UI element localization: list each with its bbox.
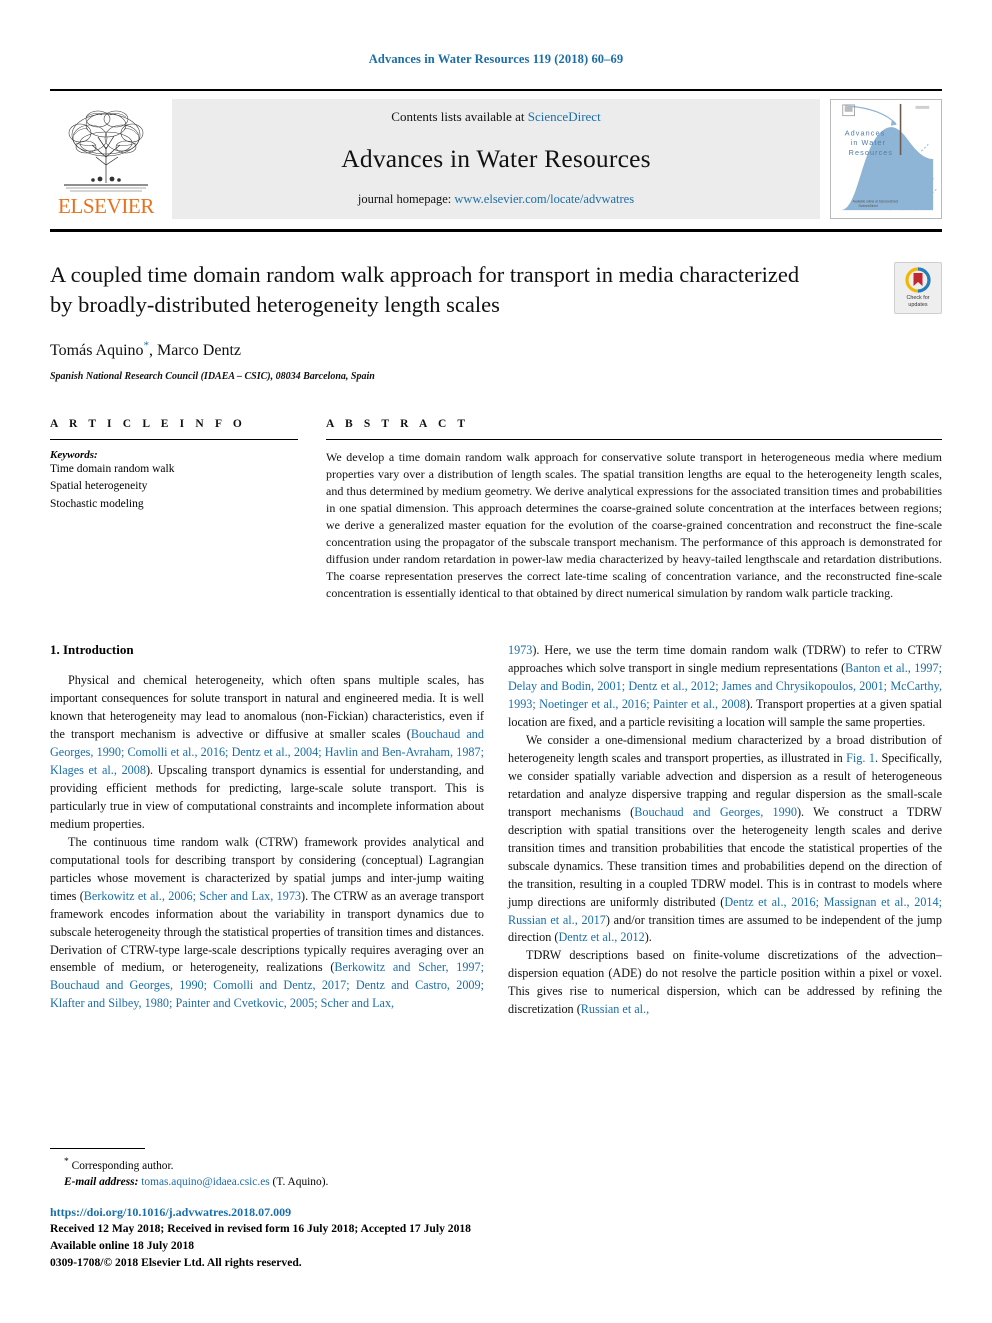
body-column-right: 1973). Here, we use the term time domain… (508, 642, 942, 1019)
received-dates: Received 12 May 2018; Received in revise… (50, 1221, 471, 1235)
doi-link[interactable]: https://doi.org/10.1016/j.advwatres.2018… (50, 1205, 490, 1220)
keyword-item: Spatial heterogeneity (50, 480, 148, 493)
para-text: ). We construct a TDRW description with … (508, 804, 942, 909)
paragraph: 1973). Here, we use the term time domain… (508, 642, 942, 732)
abstract-rule (326, 439, 942, 441)
section-heading-introduction: 1. Introduction (50, 642, 134, 658)
keyword-item: Time domain random walk (50, 463, 175, 476)
keywords-label: Keywords: (50, 449, 98, 462)
svg-text:Advances: Advances (845, 128, 886, 137)
page-footer: * Corresponding author. E-mail address: … (50, 1147, 490, 1271)
contents-available-line: Contents lists available at ScienceDirec… (391, 109, 600, 125)
paragraph: The continuous time random walk (CTRW) f… (50, 834, 484, 1013)
title-block: A coupled time domain random walk approa… (50, 260, 942, 382)
footnote-rule (50, 1147, 145, 1149)
body-columns: 1. Introduction Physical and chemical he… (50, 642, 942, 1019)
homepage-prefix: journal homepage: (357, 192, 455, 206)
para-text: ). (644, 930, 652, 945)
info-abstract-block: A R T I C L E I N F O Keywords: Time dom… (50, 418, 942, 602)
citation-ref[interactable]: Bouchaud and Georges, 1990 (634, 805, 797, 819)
corresponding-author-note: * Corresponding author. (50, 1155, 490, 1175)
paragraph: TDRW descriptions based on finite-volume… (508, 947, 942, 1019)
para-text: TDRW descriptions based on finite-volume… (508, 948, 942, 1017)
abstract-column: A B S T R A C T We develop a time domain… (326, 418, 942, 602)
abstract-text: We develop a time domain random walk app… (326, 450, 942, 601)
footer-spacer (50, 1192, 490, 1205)
article-info-heading: A R T I C L E I N F O (50, 418, 246, 431)
crossmark-badge[interactable]: Check for updates (894, 262, 942, 314)
citation-ref[interactable]: Russian et al., (581, 1002, 649, 1016)
crossmark-line2: updates (908, 302, 928, 308)
sciencedirect-link[interactable]: ScienceDirect (528, 109, 601, 124)
elsevier-wordmark: ELSEVIER (58, 194, 154, 218)
author-corresponding-marker: * (143, 339, 150, 352)
masthead-bottom-rule (50, 229, 942, 232)
journal-masthead: ELSEVIER Contents lists available at Sci… (50, 89, 942, 219)
journal-homepage-link[interactable]: www.elsevier.com/locate/advwatres (454, 192, 634, 206)
svg-text:ScienceDirect: ScienceDirect (859, 204, 878, 208)
body-column-left: 1. Introduction Physical and chemical he… (50, 642, 484, 1019)
citation-ref[interactable]: Berkowitz et al., 2006; Scher and Lax, 1… (84, 889, 301, 903)
paragraph: Physical and chemical heterogeneity, whi… (50, 672, 484, 833)
author-list: Tomás Aquino*, Marco Dentz (50, 340, 942, 360)
article-info-rule (50, 439, 298, 441)
keyword-item: Stochastic modeling (50, 497, 144, 510)
cover-artwork: Advances in Water Resources Available on… (831, 100, 941, 218)
email-label: E-mail address: (64, 1176, 139, 1189)
contents-prefix: Contents lists available at (391, 109, 528, 124)
email-link[interactable]: tomas.aquino@idaea.csic.es (141, 1176, 269, 1188)
citation-ref[interactable]: 1973 (508, 643, 532, 657)
svg-text:Resources: Resources (849, 148, 893, 157)
svg-text:in Water: in Water (851, 138, 886, 147)
elsevier-logo: ELSEVIER (50, 99, 162, 219)
email-note: E-mail address: tomas.aquino@idaea.csic.… (50, 1174, 490, 1191)
journal-title: Advances in Water Resources (341, 143, 651, 173)
article-info-column: A R T I C L E I N F O Keywords: Time dom… (50, 418, 298, 602)
svg-text:Available online at ScienceDir: Available online at ScienceDirect (853, 199, 899, 203)
elsevier-tree-icon (64, 110, 148, 192)
authors-names: Tomás Aquino*, Marco Dentz (50, 339, 242, 360)
paragraph: We consider a one-dimensional medium cha… (508, 732, 942, 947)
email-suffix: (T. Aquino). (272, 1176, 329, 1189)
journal-homepage-line: journal homepage: www.elsevier.com/locat… (358, 192, 634, 207)
page-title: A coupled time domain random walk approa… (50, 262, 800, 317)
paper-page: Advances in Water Resources 119 (2018) 6… (0, 0, 992, 1323)
crossmark-label: Check for updates (906, 295, 929, 309)
corresponding-marker: * (64, 1156, 69, 1167)
journal-cover-thumbnail: Advances in Water Resources Available on… (830, 99, 942, 219)
corresponding-label: Corresponding author. (71, 1159, 174, 1172)
figure-ref[interactable]: Fig. 1 (846, 751, 875, 765)
crossmark-line1: Check for (906, 295, 930, 302)
crossmark-icon (905, 267, 931, 293)
citation-ref[interactable]: Dentz et al., 2012 (558, 930, 644, 944)
affiliation: Spanish National Research Council (IDAEA… (50, 371, 375, 383)
available-online: Available online 18 July 2018 (50, 1238, 195, 1252)
abstract-heading: A B S T R A C T (326, 418, 470, 431)
masthead-center: Contents lists available at ScienceDirec… (172, 99, 820, 219)
running-head: Advances in Water Resources 119 (2018) 6… (368, 52, 624, 66)
copyright-line: 0309-1708/© 2018 Elsevier Ltd. All right… (50, 1255, 302, 1269)
